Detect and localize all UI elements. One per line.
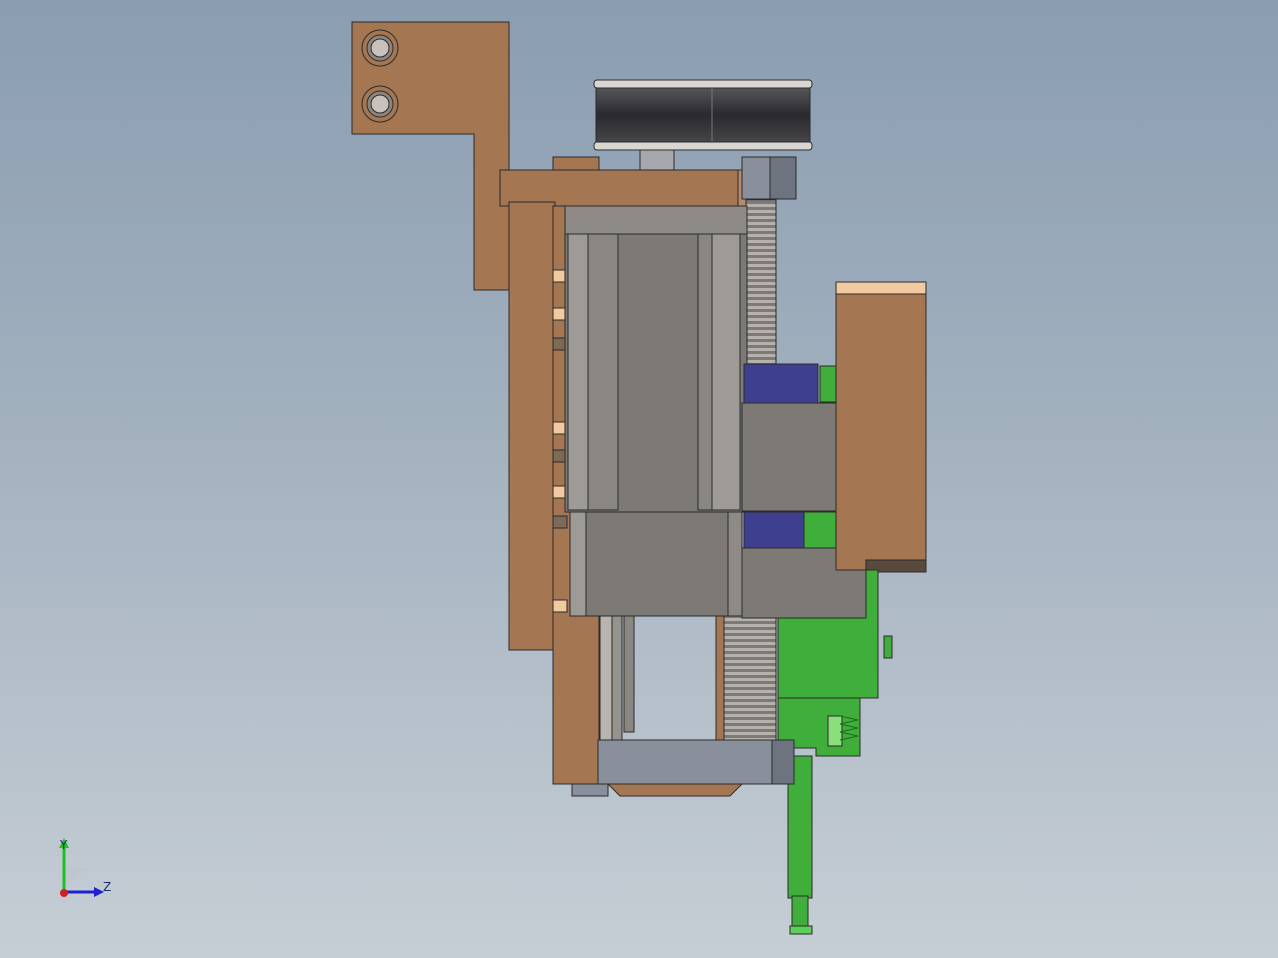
- base-skirt: [606, 783, 744, 797]
- y-axis-label: Y: [60, 838, 68, 852]
- carriage-block[interactable]: [569, 511, 743, 617]
- guide-rod: [599, 615, 613, 743]
- z-axis-label: Z: [103, 880, 112, 894]
- stepper-motor[interactable]: [564, 205, 748, 513]
- vertical-back-plate[interactable]: [508, 201, 556, 651]
- cad-model-viewport[interactable]: [0, 0, 1278, 958]
- nozzle-tip[interactable]: [789, 925, 813, 935]
- x-axis-origin: [60, 889, 68, 897]
- bottom-base-block[interactable]: [597, 739, 795, 785]
- base-foot: [571, 783, 609, 797]
- spacer-upper[interactable]: [743, 363, 819, 405]
- lead-screw-upper[interactable]: [745, 199, 777, 367]
- top-crossbar[interactable]: [499, 169, 751, 207]
- coordinate-triad: [59, 838, 104, 897]
- lead-screw-lower[interactable]: [721, 615, 777, 743]
- spacer-lower[interactable]: [743, 511, 805, 549]
- right-mount-plate[interactable]: [835, 281, 927, 571]
